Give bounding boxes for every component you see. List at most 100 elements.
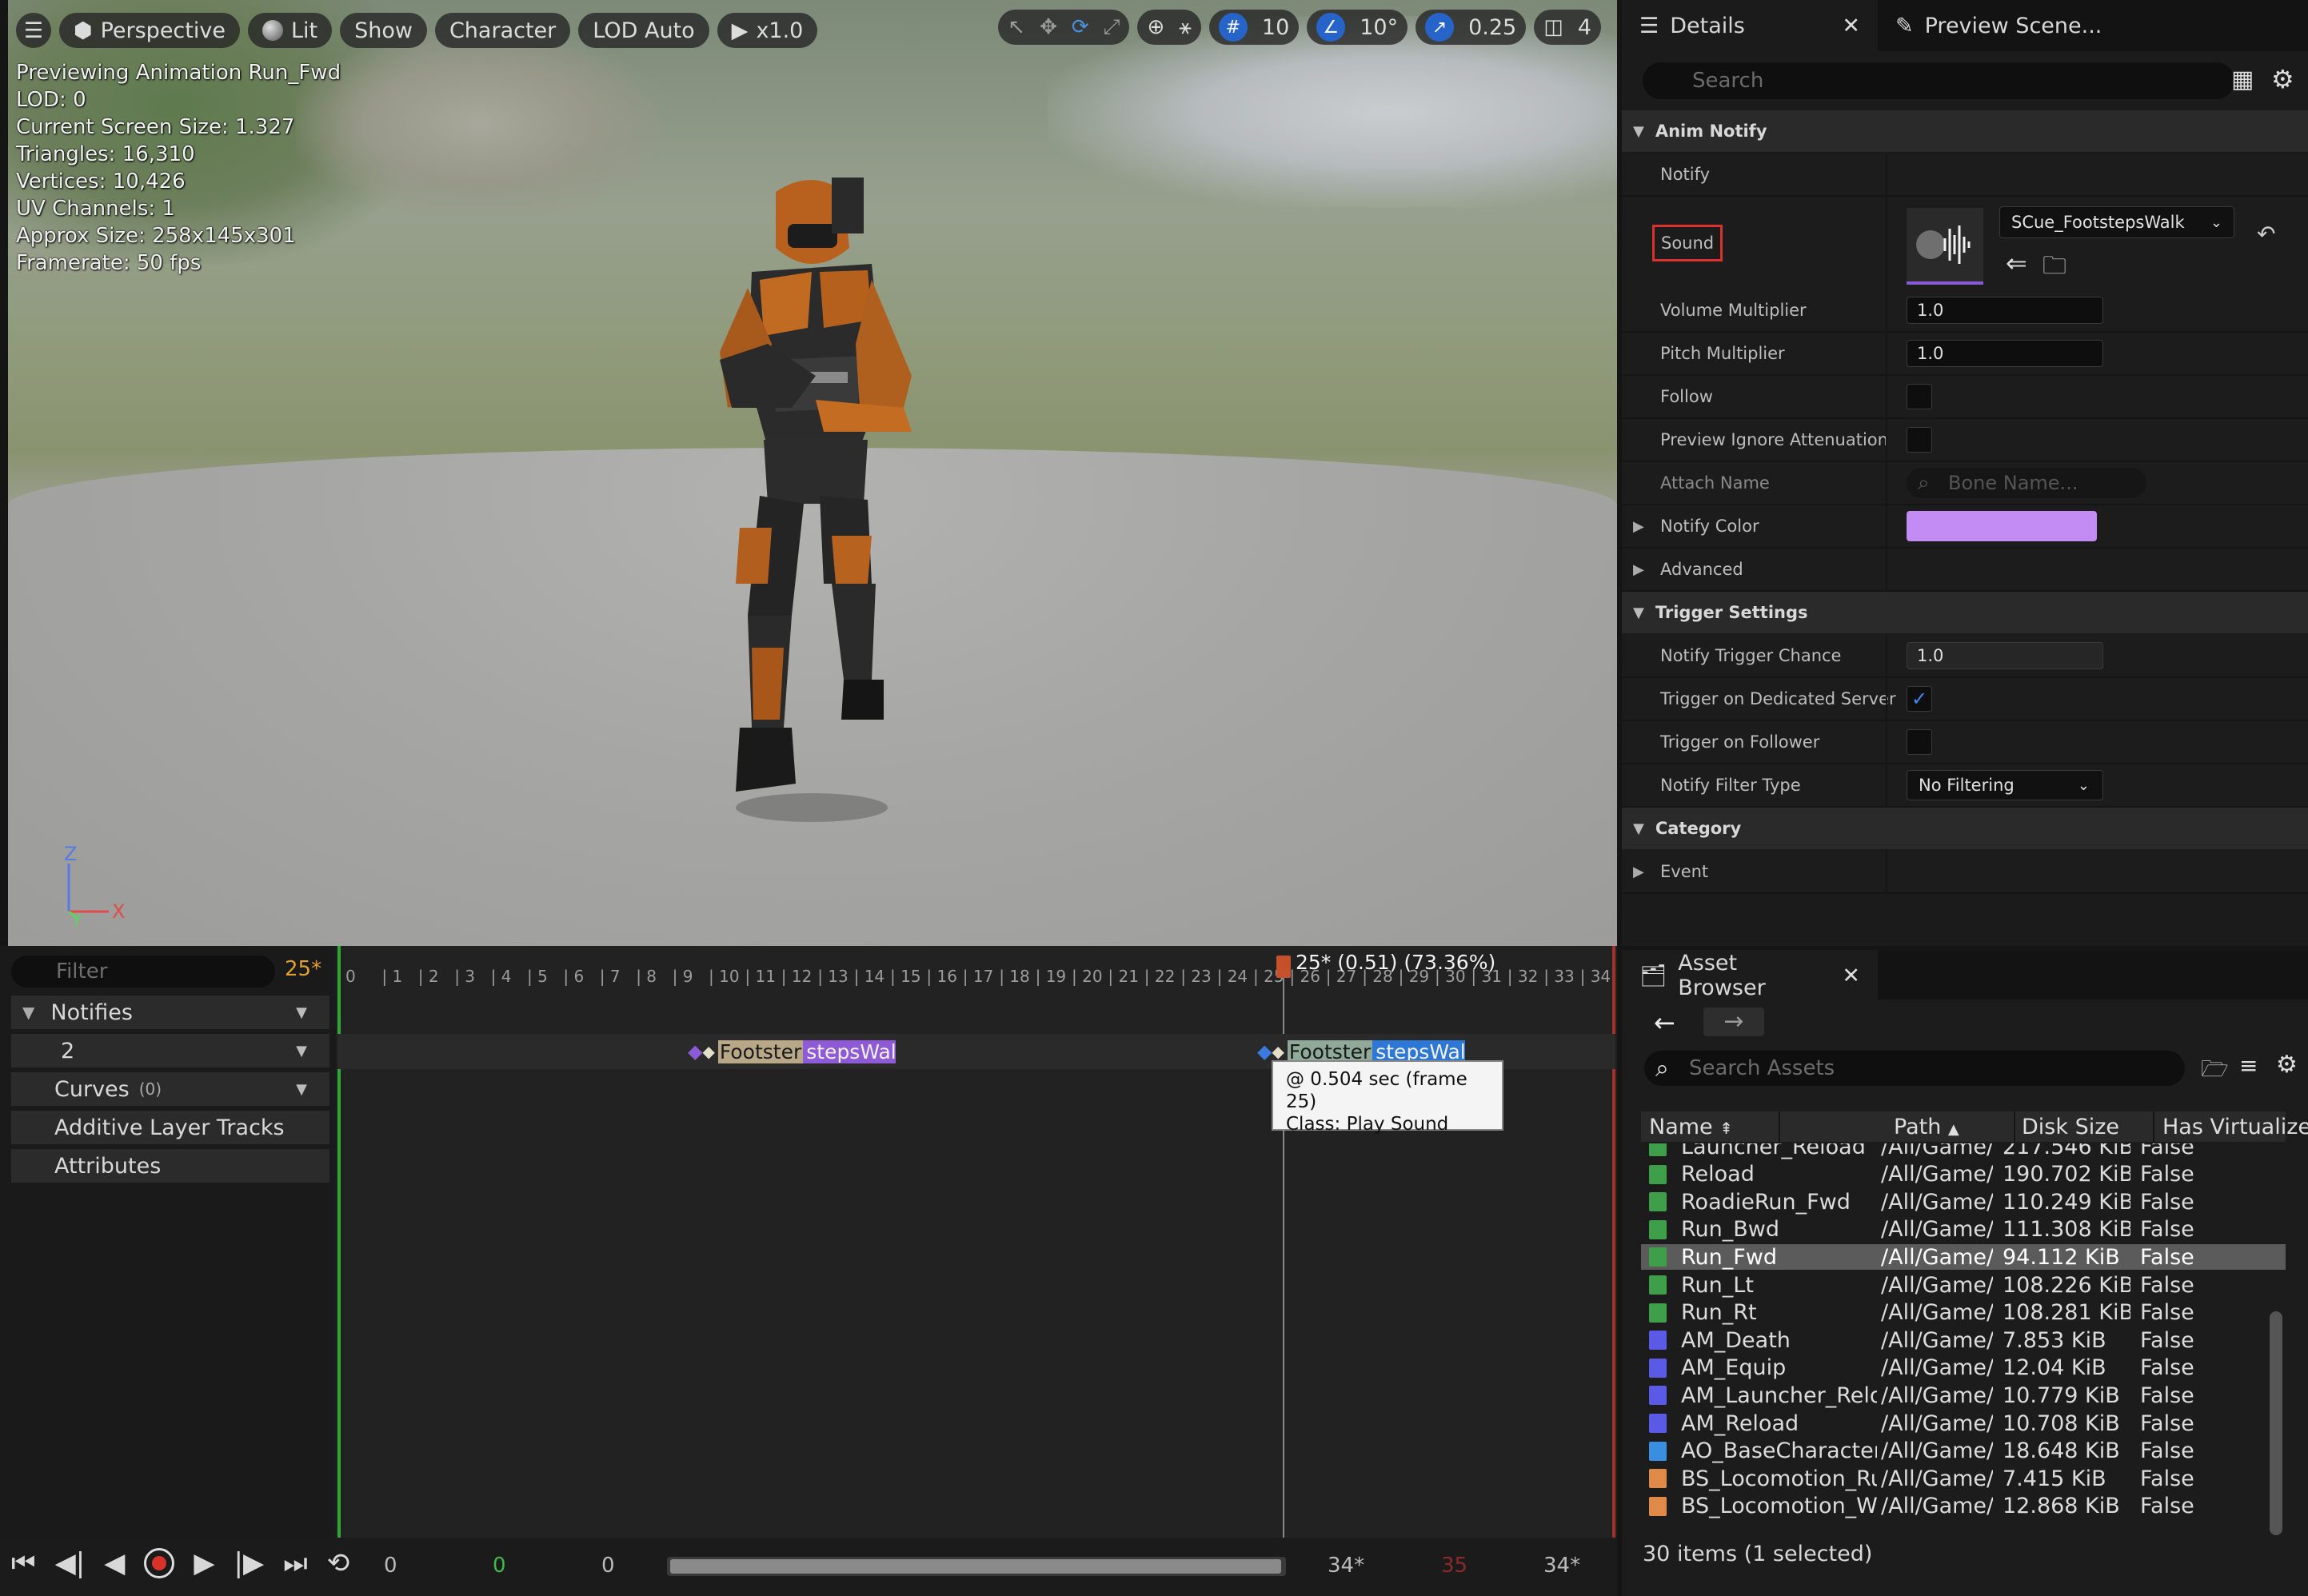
scrollbar-thumb[interactable] bbox=[670, 1559, 1281, 1574]
bone-name-input[interactable]: ⌕ Bone Name... bbox=[1907, 468, 2146, 498]
viewport-menu-button[interactable]: ☰ bbox=[16, 13, 51, 48]
prop-advanced[interactable]: ▶ Advanced bbox=[1622, 549, 2308, 592]
step-back-icon[interactable]: ◀| bbox=[55, 1547, 86, 1579]
attributes-track-header[interactable]: Attributes bbox=[11, 1149, 329, 1183]
notifies-track-header[interactable]: ▼ Notifies ▼ bbox=[11, 996, 329, 1029]
tab-preview-scene[interactable]: ✎ Preview Scene... bbox=[1878, 0, 2119, 51]
timeline-scrollbar[interactable] bbox=[667, 1557, 1286, 1576]
expand-triangle-icon[interactable]: ▶ bbox=[1633, 518, 1644, 535]
animation-viewport[interactable]: ☰ ⬢ Perspective Lit Show Character LOD A… bbox=[8, 0, 1617, 946]
sound-asset-dropdown[interactable]: SCue_FootstepsWalk ⌄ bbox=[1999, 206, 2234, 238]
dropdown-arrow-icon[interactable]: ▼ bbox=[296, 1081, 307, 1098]
folder-search-icon[interactable]: 🗁 bbox=[2201, 1052, 2229, 1091]
trigger-chance-field[interactable]: 1.0 bbox=[1907, 642, 2103, 669]
use-selected-icon[interactable]: ⇐ bbox=[2006, 248, 2027, 278]
asset-row[interactable]: RoadieRun_Fwd/All/Game/110.249 KiB False bbox=[1641, 1189, 2286, 1215]
surface-snap-icon[interactable]: ⚹ bbox=[1179, 15, 1192, 40]
sound-thumbnail[interactable] bbox=[1907, 208, 1983, 285]
category-anim-notify[interactable]: ▼ Anim Notify bbox=[1622, 110, 2308, 152]
step-forward-icon[interactable]: |▶ bbox=[234, 1547, 265, 1579]
range-start[interactable]: 0 bbox=[384, 1554, 397, 1578]
asset-row[interactable]: Run_Bwd/All/Game/111.308 KiB False bbox=[1641, 1217, 2286, 1243]
tab-asset-browser[interactable]: 🗂 Asset Browser ✕ bbox=[1622, 950, 1878, 1001]
show-button[interactable]: Show bbox=[340, 13, 427, 48]
play-reverse-icon[interactable]: ◀ bbox=[104, 1547, 125, 1579]
loop-icon[interactable]: ⟲ bbox=[327, 1547, 350, 1579]
tab-details[interactable]: ☰ Details ✕ bbox=[1622, 0, 1878, 51]
scale-snap-toggle[interactable]: ↗ 0.25 bbox=[1416, 10, 1527, 45]
lit-button[interactable]: Lit bbox=[247, 13, 333, 48]
timeline-tracks-area[interactable]: 0 | 1 | 2 | 3 | 4 | 5 | 6 | 7 | 8 | 9 | 10 | 11 | 12… bbox=[337, 946, 1615, 1538]
filter-icon[interactable]: ≡ bbox=[2239, 1052, 2258, 1079]
category-trigger-settings[interactable]: ▼ Trigger Settings bbox=[1622, 592, 2308, 633]
asset-row[interactable]: AM_Reload/All/Game/10.708 KiB False bbox=[1641, 1410, 2286, 1436]
select-icon[interactable]: ↖ bbox=[1008, 15, 1025, 39]
record-icon[interactable] bbox=[144, 1548, 175, 1578]
back-arrow-icon[interactable]: ← bbox=[1654, 1007, 1675, 1038]
skip-to-end-icon[interactable]: ⏭ bbox=[283, 1547, 308, 1579]
asset-row[interactable]: Run_Fwd/All/Game/94.112 KiB False bbox=[1641, 1244, 2286, 1271]
camera-speed-button[interactable]: ◫ 4 bbox=[1534, 10, 1601, 45]
search-assets-input[interactable]: ⌕ Search Assets bbox=[1644, 1051, 2185, 1086]
dedicated-server-checkbox[interactable]: ✓ bbox=[1907, 686, 1932, 712]
asset-row[interactable]: Launcher_Reload/All/Game/217.546 KiB Fals… bbox=[1641, 1143, 2286, 1159]
angle-snap-toggle[interactable]: ∠ 10° bbox=[1307, 10, 1408, 45]
lod-button[interactable]: LOD Auto bbox=[578, 13, 709, 48]
grid-snap-toggle[interactable]: # 10 bbox=[1208, 10, 1300, 45]
view-start[interactable]: 0 bbox=[601, 1554, 615, 1578]
asset-row[interactable]: Run_Rt/All/Game/108.281 KiB False bbox=[1641, 1300, 2286, 1326]
column-disk-size[interactable]: Disk Size bbox=[2022, 1115, 2119, 1139]
asset-row[interactable]: BS_Locomotion_Ru/All/Game/7.415 KiB False bbox=[1641, 1466, 2286, 1491]
playback-speed-button[interactable]: ▶ x1.0 bbox=[717, 13, 818, 48]
asset-row[interactable]: AM_Equip/All/Game/12.04 KiB False bbox=[1641, 1355, 2286, 1381]
asset-list-scrollbar[interactable] bbox=[2270, 1311, 2282, 1535]
pitch-multiplier-field[interactable]: 1.0 bbox=[1907, 340, 2103, 367]
perspective-button[interactable]: ⬢ Perspective bbox=[59, 13, 240, 48]
notify-track-row[interactable]: 2 ▼ bbox=[11, 1034, 329, 1067]
gear-icon[interactable]: ⚙ bbox=[2276, 1051, 2298, 1079]
playhead-handle[interactable] bbox=[1276, 956, 1291, 978]
gear-icon[interactable]: ⚙ bbox=[2271, 64, 2294, 94]
table-view-icon[interactable]: ▦ bbox=[2231, 66, 2254, 94]
column-name[interactable]: Name ⇞ bbox=[1649, 1115, 1733, 1139]
notify-footsteps-1[interactable]: ◆ ◆ Footster stepsWal bbox=[688, 1039, 896, 1063]
play-icon[interactable]: ▶ bbox=[194, 1547, 214, 1579]
follow-checkbox[interactable] bbox=[1907, 384, 1932, 409]
track-filter-input[interactable]: Filter bbox=[11, 956, 275, 988]
playback-start[interactable]: 0 bbox=[493, 1554, 506, 1578]
notify-color-swatch[interactable] bbox=[1907, 511, 2097, 541]
view-end[interactable]: 34* bbox=[1328, 1554, 1364, 1578]
asset-row[interactable]: AM_Launcher_Reloa/All/Game/10.779 KiB Fal… bbox=[1641, 1383, 2286, 1408]
close-icon[interactable]: ✕ bbox=[1842, 964, 1860, 988]
asset-row[interactable]: AO_BaseCharacter/All/Game/18.648 KiB Fals… bbox=[1641, 1438, 2286, 1464]
range-end[interactable]: 34* bbox=[1543, 1554, 1580, 1578]
move-icon[interactable]: ✥ bbox=[1040, 15, 1057, 39]
prop-event[interactable]: ▶ Event bbox=[1622, 851, 2308, 894]
additive-layer-tracks-header[interactable]: Additive Layer Tracks bbox=[11, 1111, 329, 1144]
notify-filter-type-dropdown[interactable]: No Filtering ⌄ bbox=[1907, 770, 2103, 800]
forward-arrow-icon[interactable]: → bbox=[1703, 1007, 1764, 1036]
world-space-icon[interactable]: ⊕ bbox=[1147, 15, 1164, 39]
dropdown-arrow-icon[interactable]: ▼ bbox=[296, 1004, 307, 1021]
browse-asset-icon[interactable]: 🗀 bbox=[2042, 248, 2066, 289]
playback-end[interactable]: 35 bbox=[1441, 1554, 1467, 1578]
character-button[interactable]: Character bbox=[434, 13, 571, 48]
trigger-on-follower-checkbox[interactable] bbox=[1907, 729, 1932, 755]
column-has-virtualize[interactable]: Has Virtualize bbox=[2162, 1115, 2308, 1139]
details-search-input[interactable]: Search bbox=[1643, 62, 2234, 99]
asset-row[interactable]: AM_Death/All/Game/7.853 KiB False bbox=[1641, 1327, 2286, 1353]
reset-to-default-icon[interactable]: ↶ bbox=[2257, 221, 2275, 247]
preview-ignore-attenuation-checkbox[interactable] bbox=[1907, 427, 1932, 453]
curves-track-header[interactable]: Curves (0) ▼ bbox=[11, 1072, 329, 1106]
column-path[interactable]: Path ▲ bbox=[1894, 1115, 1959, 1139]
skip-to-start-icon[interactable]: ⏮ bbox=[11, 1547, 36, 1579]
volume-multiplier-field[interactable]: 1.0 bbox=[1907, 297, 2103, 324]
scale-icon[interactable]: ⤢ bbox=[1104, 15, 1120, 40]
dropdown-arrow-icon[interactable]: ▼ bbox=[296, 1043, 307, 1059]
asset-row[interactable]: Run_Lt/All/Game/108.226 KiB False bbox=[1641, 1272, 2286, 1298]
category-category[interactable]: ▼ Category bbox=[1622, 808, 2308, 849]
asset-row[interactable]: BS_Locomotion_Wa/All/Game/12.868 KiB Fals… bbox=[1641, 1494, 2286, 1519]
asset-row[interactable]: Reload/All/Game/190.702 KiB False bbox=[1641, 1162, 2286, 1187]
rotate-icon[interactable]: ⟳ bbox=[1072, 15, 1089, 39]
close-icon[interactable]: ✕ bbox=[1842, 14, 1860, 38]
